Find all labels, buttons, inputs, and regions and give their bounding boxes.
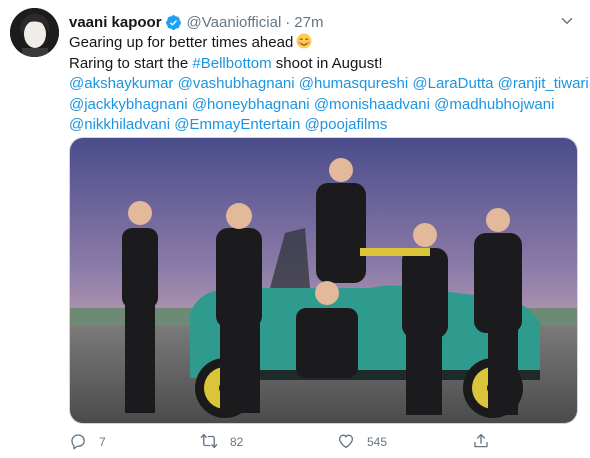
- timestamp[interactable]: 27m: [294, 14, 323, 31]
- tweet-text-segment: shoot in August!: [271, 54, 383, 72]
- heart-icon: [337, 432, 355, 453]
- user-handle[interactable]: @Vaaniofficial: [187, 14, 282, 31]
- hashtag-link[interactable]: #Bellbottom: [192, 55, 271, 72]
- tweet-header: vaani kapoor @Vaaniofficial · 27m: [69, 11, 323, 33]
- like-count: 545: [367, 435, 388, 449]
- display-name[interactable]: vaani kapoor: [69, 14, 162, 31]
- mention-link[interactable]: @monishaadvani: [314, 96, 430, 113]
- tweet-text-line: Raring to start the #Bellbottom shoot in…: [69, 54, 584, 75]
- tweet-text-line: Gearing up for better times ahead: [69, 33, 584, 54]
- tweet-text-segment: Raring to start the: [69, 54, 193, 72]
- tweet-photo[interactable]: [69, 137, 578, 424]
- separator-dot: ·: [285, 13, 291, 31]
- retweet-button[interactable]: 82: [200, 430, 243, 454]
- tweet-actions: 7 82 545: [69, 430, 499, 454]
- retweet-count: 82: [230, 435, 244, 449]
- verified-badge-icon: [165, 14, 182, 31]
- mention-link[interactable]: @ranjit_tiwari: [498, 75, 589, 92]
- smiling-face-with-blush-icon: [296, 33, 312, 49]
- chevron-down-icon[interactable]: [558, 12, 576, 30]
- like-button[interactable]: 545: [337, 430, 387, 454]
- share-icon: [472, 432, 490, 453]
- mention-link[interactable]: @EmmayEntertain: [174, 116, 300, 133]
- retweet-icon: [200, 432, 218, 453]
- reply-icon: [69, 432, 87, 453]
- mention-link[interactable]: @poojafilms: [305, 116, 388, 133]
- mention-link[interactable]: @LaraDutta: [412, 75, 493, 92]
- tweet-text-line: @nikkhiladvani @EmmayEntertain @poojafil…: [69, 115, 584, 136]
- reply-count: 7: [99, 435, 106, 449]
- tweet-text-line: @akshaykumar @vashubhagnani @humasquresh…: [69, 74, 589, 95]
- mention-link[interactable]: @jackkybhagnani: [69, 96, 188, 113]
- tweet-text-line: @jackkybhagnani @honeybhagnani @monishaa…: [69, 95, 584, 116]
- avatar[interactable]: [10, 8, 59, 57]
- mention-link[interactable]: @humasqureshi: [299, 75, 408, 92]
- mention-link[interactable]: @honeybhagnani: [192, 96, 310, 113]
- mention-link[interactable]: @madhubhojwani: [434, 96, 554, 113]
- mention-link[interactable]: @akshaykumar: [69, 75, 173, 92]
- mention-link[interactable]: @nikkhiladvani: [69, 116, 170, 133]
- tweet-text: Gearing up for better times ahead Raring …: [69, 33, 589, 136]
- mention-link[interactable]: @vashubhagnani: [178, 75, 295, 92]
- tweet-text-segment: Gearing up for better times ahead: [69, 34, 294, 51]
- share-button[interactable]: [472, 430, 490, 454]
- reply-button[interactable]: 7: [69, 430, 106, 454]
